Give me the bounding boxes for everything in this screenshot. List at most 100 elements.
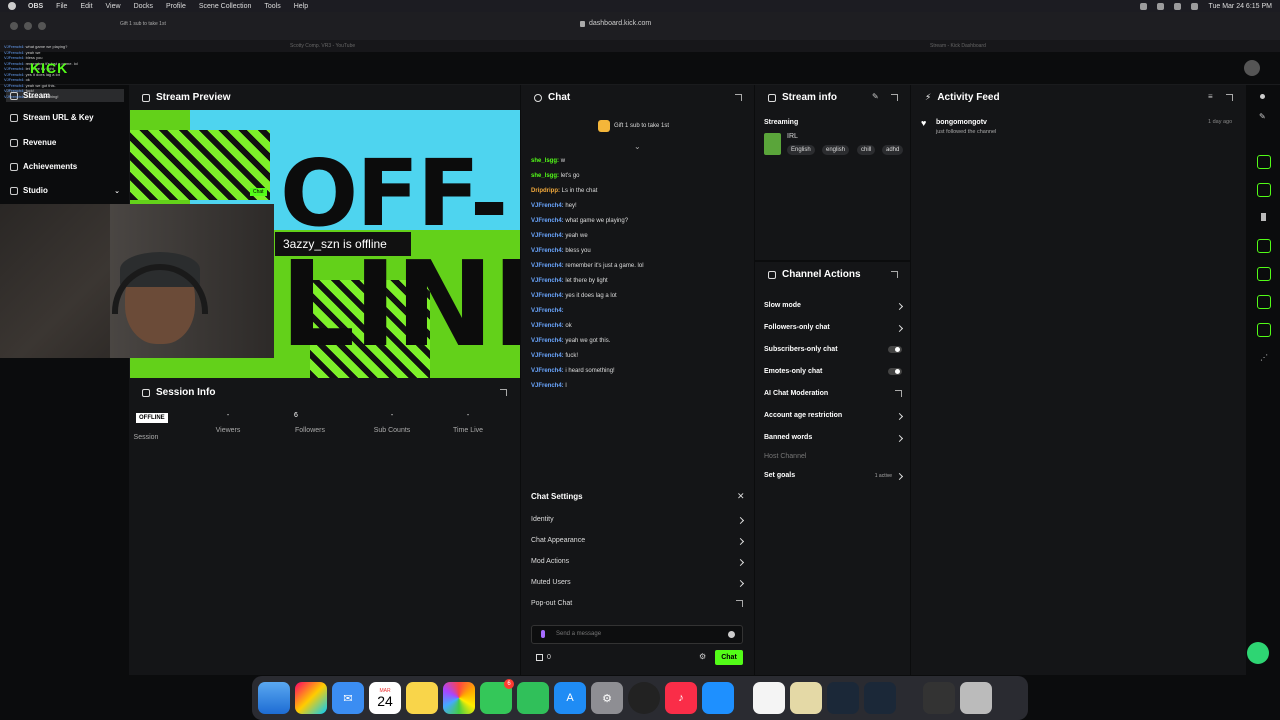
tab-kick-dashboard[interactable]: Stream - Kick Dashboard xyxy=(930,43,986,49)
menu-help[interactable]: Help xyxy=(294,3,308,10)
action-ai-moderation[interactable]: AI Chat Moderation xyxy=(764,390,902,397)
sidebar-item-studio[interactable]: Studio ⌄ xyxy=(10,186,120,195)
menu-edit[interactable]: Edit xyxy=(80,3,92,10)
category-name[interactable]: IRL xyxy=(787,133,798,140)
sidebar-item-achievements[interactable]: Achievements xyxy=(10,162,77,171)
pencil-icon[interactable]: ✎ xyxy=(1259,112,1266,121)
expand-icon[interactable] xyxy=(500,389,507,396)
zoom-window-button[interactable] xyxy=(38,22,46,30)
filter-icon[interactable]: ≡ xyxy=(1208,92,1213,101)
expand-icon[interactable] xyxy=(891,271,898,278)
points-counter[interactable]: 0 xyxy=(536,654,551,661)
notes-icon[interactable] xyxy=(406,682,438,714)
gear-icon[interactable]: ⚙ xyxy=(699,652,706,661)
activity-user[interactable]: bongomongotv xyxy=(936,119,987,126)
menu-tools[interactable]: Tools xyxy=(264,3,280,10)
rail-tools-button[interactable] xyxy=(1257,323,1271,337)
control-center-icon[interactable] xyxy=(1191,2,1199,10)
help-chat-button[interactable] xyxy=(1247,642,1269,664)
action-account-age[interactable]: Account age restriction xyxy=(764,412,904,421)
steam-alt-icon[interactable] xyxy=(864,682,896,714)
expand-icon[interactable] xyxy=(1226,94,1233,101)
subscribers-only-toggle[interactable] xyxy=(888,346,902,353)
avatar[interactable] xyxy=(1244,60,1260,76)
action-followers-only[interactable]: Followers-only chat xyxy=(764,324,904,333)
obs-icon[interactable] xyxy=(628,682,660,714)
settings-icon[interactable]: ⚙ xyxy=(591,682,623,714)
sidebar-item-stream-url-key[interactable]: Stream URL & Key xyxy=(10,113,94,122)
microphone-icon[interactable] xyxy=(541,630,545,638)
emoji-icon[interactable] xyxy=(728,631,735,638)
steam-icon[interactable] xyxy=(827,682,859,714)
rail-chat-button[interactable] xyxy=(1257,239,1271,253)
stat-value: - xyxy=(390,412,394,419)
menu-profile[interactable]: Profile xyxy=(166,3,186,10)
facetime-icon[interactable] xyxy=(517,682,549,714)
edit-icon[interactable]: ✎ xyxy=(872,92,879,101)
reminders-icon[interactable] xyxy=(753,682,785,714)
close-icon[interactable]: ✕ xyxy=(737,491,745,502)
menubar-clock[interactable]: Tue Mar 24 6:15 PM xyxy=(1208,3,1272,10)
send-chat-button[interactable]: Chat xyxy=(715,650,743,665)
rail-flash-button[interactable] xyxy=(1257,183,1271,197)
apple-icon[interactable] xyxy=(8,2,16,10)
tag[interactable]: chill xyxy=(857,145,876,155)
appstore-icon[interactable]: A xyxy=(554,682,586,714)
menu-file[interactable]: File xyxy=(56,3,67,10)
close-window-button[interactable] xyxy=(10,22,18,30)
rail-doc-icon[interactable] xyxy=(1261,213,1266,221)
expand-icon[interactable] xyxy=(735,94,742,101)
mail-icon[interactable]: ✉ xyxy=(332,682,364,714)
rail-stream-button[interactable] xyxy=(1257,155,1271,169)
settings-popout-chat[interactable]: Pop-out Chat xyxy=(531,600,743,607)
expand-icon[interactable] xyxy=(891,94,898,101)
messages-icon[interactable]: 6 xyxy=(480,679,514,714)
menu-view[interactable]: View xyxy=(106,3,121,10)
tag[interactable]: english xyxy=(822,145,850,155)
minimize-window-button[interactable] xyxy=(24,22,32,30)
battery-icon[interactable] xyxy=(1157,2,1165,10)
category-thumbnail[interactable] xyxy=(764,133,781,155)
finder-icon[interactable] xyxy=(258,682,290,714)
chatgpt-icon[interactable] xyxy=(790,682,822,714)
action-banned-words[interactable]: Banned words xyxy=(764,434,904,443)
settings-mod-actions[interactable]: Mod Actions xyxy=(531,558,745,567)
settings-muted-users[interactable]: Muted Users xyxy=(531,579,745,588)
action-host-channel[interactable]: Host Channel xyxy=(764,453,902,460)
calendar-icon[interactable]: MAR 24 xyxy=(369,682,401,714)
music-icon[interactable]: ♪ xyxy=(665,682,697,714)
photos-icon[interactable] xyxy=(443,682,475,714)
wifi-icon[interactable] xyxy=(1140,2,1148,10)
rail-share-button[interactable] xyxy=(1257,267,1271,281)
safari-icon[interactable] xyxy=(702,682,734,714)
sidebar-item-revenue[interactable]: Revenue xyxy=(10,138,56,147)
menu-docks[interactable]: Docks xyxy=(134,3,153,10)
pinned-tab[interactable]: Gift 1 sub to take 1st xyxy=(120,21,166,27)
pin-icon[interactable]: ⌄ xyxy=(634,142,641,151)
chat-input[interactable]: Send a message xyxy=(531,625,743,644)
action-subscribers-only[interactable]: Subscribers-only chat xyxy=(764,346,902,353)
settings-identity[interactable]: Identity xyxy=(531,516,745,525)
tab-youtube[interactable]: Scotty Comp. VR3 - YouTube xyxy=(290,43,355,49)
tag[interactable]: English xyxy=(787,145,815,155)
action-slow-mode[interactable]: Slow mode xyxy=(764,302,904,311)
action-set-goals[interactable]: Set goals 1 active xyxy=(764,472,904,481)
gift-sub-banner[interactable]: Gift 1 sub to take 1st xyxy=(598,120,669,132)
chat-message: VJFrench4: fuck! xyxy=(531,353,579,359)
emotes-only-toggle[interactable] xyxy=(888,368,902,375)
action-emotes-only[interactable]: Emotes-only chat xyxy=(764,368,902,375)
trash-icon[interactable] xyxy=(960,682,992,714)
rail-nodes-icon[interactable]: ⋰ xyxy=(1260,353,1268,362)
kick-logo[interactable]: KICK xyxy=(30,60,68,76)
search-icon[interactable] xyxy=(1174,2,1182,10)
rail-layout-button[interactable] xyxy=(1257,295,1271,309)
menu-scene-collection[interactable]: Scene Collection xyxy=(199,3,252,10)
screenshot-icon[interactable] xyxy=(923,682,955,714)
info-icon[interactable] xyxy=(1260,94,1265,99)
tag[interactable]: adhd xyxy=(882,145,904,155)
sidebar-item-label: Achievements xyxy=(23,162,78,171)
launchpad-icon[interactable] xyxy=(295,682,327,714)
address-bar[interactable]: dashboard.kick.com xyxy=(580,20,651,27)
menu-obs[interactable]: OBS xyxy=(28,3,43,10)
settings-chat-appearance[interactable]: Chat Appearance xyxy=(531,537,745,546)
